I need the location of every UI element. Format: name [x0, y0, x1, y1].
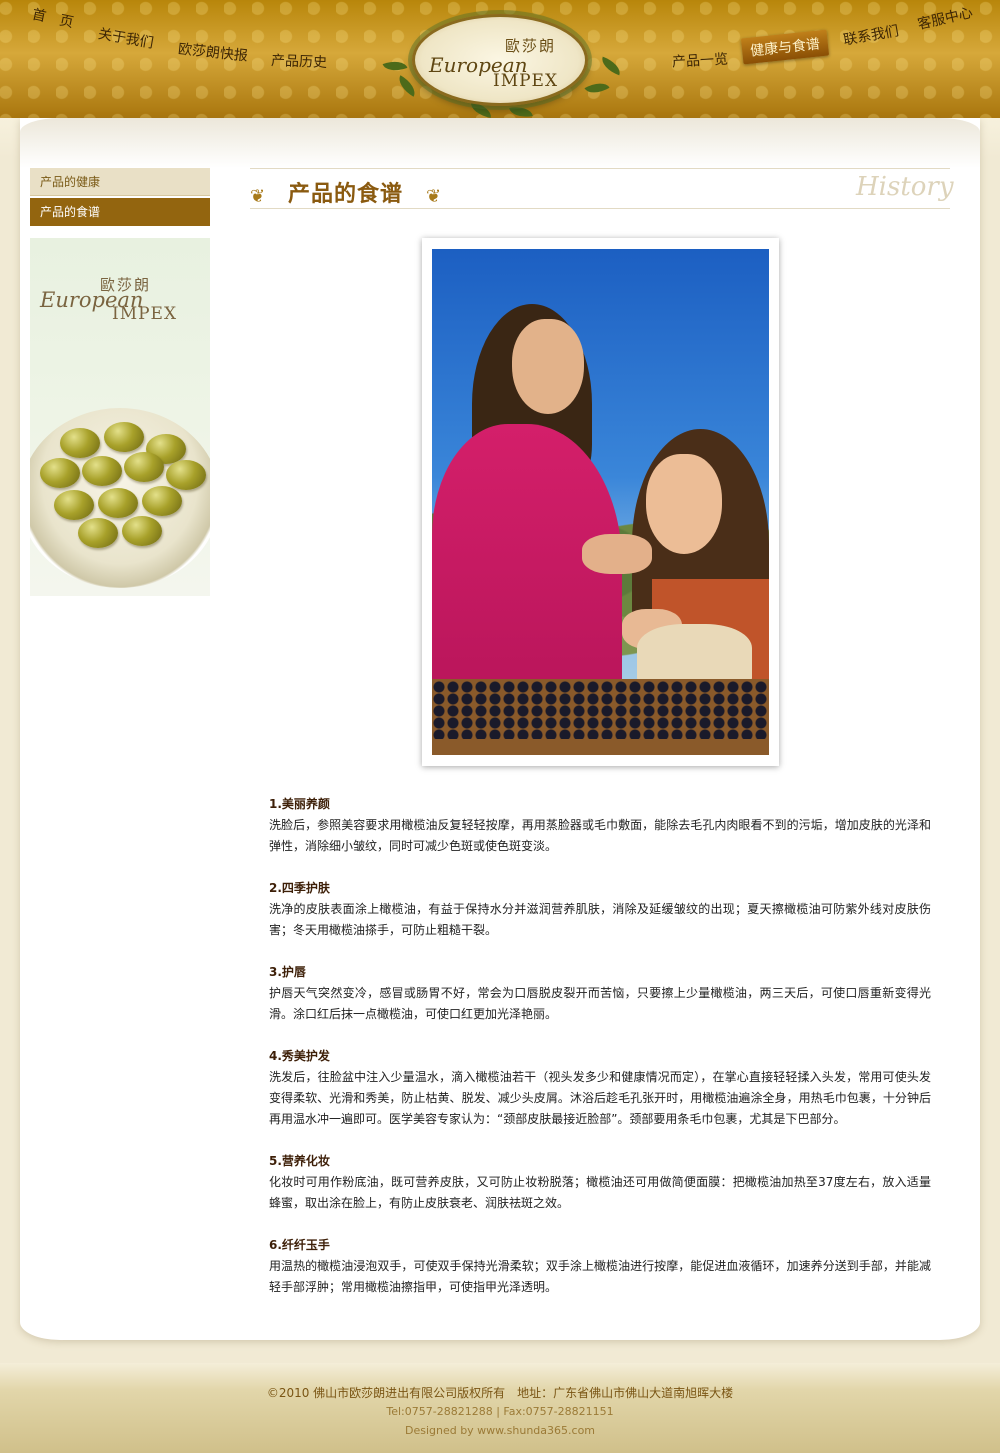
section-heading: 4.秀美护发: [269, 1049, 330, 1063]
article-photo: [432, 249, 769, 755]
section-heading: 5.营养化妆: [269, 1154, 330, 1168]
logo-en-text: IMPEX: [493, 71, 559, 91]
olive-icon: [54, 490, 94, 520]
article-section: 3.护唇 护唇天气突然变冷，感冒或肠胃不好，常会为口唇脱皮裂开而苦恼，只要擦上少…: [269, 962, 931, 1025]
flourish-left-icon: ❦: [250, 186, 266, 207]
olive-icon: [104, 422, 144, 452]
vine-leaf-icon: [584, 77, 610, 99]
vine-leaf-icon: [394, 75, 420, 97]
section-heading: 1.美丽养颜: [269, 797, 330, 811]
site-logo[interactable]: 歐莎朗 European IMPEX: [412, 14, 588, 106]
nav-about[interactable]: 关于我们: [97, 23, 156, 52]
sidebar-item-recipes[interactable]: 产品的食谱: [30, 198, 210, 226]
section-heading: 2.四季护肤: [269, 881, 330, 895]
vine-leaf-icon: [382, 56, 408, 76]
vine-leaf-icon: [598, 56, 624, 76]
olive-icon: [124, 452, 164, 482]
article-section: 4.秀美护发 洗发后，往脸盆中注入少量温水，滴入橄榄油若干（视头发多少和健康情况…: [269, 1046, 931, 1130]
nav-history[interactable]: 产品历史: [271, 50, 328, 72]
olive-icon: [82, 456, 122, 486]
olive-icon: [78, 518, 118, 548]
olive-icon: [142, 486, 182, 516]
nav-health-recipes[interactable]: 健康与食谱: [740, 29, 830, 65]
olive-icon: [98, 488, 138, 518]
site-footer: ©2010 佛山市欧莎朗进出有限公司版权所有 地址：广东省佛山市佛山大道南旭晖大…: [0, 1363, 1000, 1453]
olive-bowl-image: [30, 408, 210, 588]
section-text: 护唇天气突然变冷，感冒或肠胃不好，常会为口唇脱皮裂开而苦恼，只要擦上少量橄榄油，…: [269, 986, 931, 1021]
content-card-top: [20, 118, 980, 168]
nav-service[interactable]: 客服中心: [915, 2, 974, 34]
olive-icon: [166, 460, 206, 490]
olive-icon: [122, 516, 162, 546]
article-body: 1.美丽养颜 洗脸后，参照美容要求用橄榄油反复轻轻按摩，再用蒸脸器或毛巾敷面，能…: [269, 794, 931, 1319]
section-text: 洗发后，往脸盆中注入少量温水，滴入橄榄油若干（视头发多少和健康情况而定），在掌心…: [269, 1070, 931, 1126]
article-section: 1.美丽养颜 洗脸后，参照美容要求用橄榄油反复轻轻按摩，再用蒸脸器或毛巾敷面，能…: [269, 794, 931, 857]
nav-news[interactable]: 欧莎朗快报: [177, 38, 249, 65]
sidebar-item-health[interactable]: 产品的健康: [30, 168, 210, 196]
nav-products[interactable]: 产品一览: [672, 49, 729, 72]
nav-home[interactable]: 首 页: [30, 4, 75, 32]
sidebar-banner: 歐莎朗 European IMPEX: [30, 238, 210, 596]
section-text: 化妆时可用作粉底油，既可营养皮肤，又可防止妆粉脱落；橄榄油还可用做简便面膜：把橄…: [269, 1175, 931, 1210]
page-title: 产品的食谱: [288, 182, 404, 207]
section-text: 洗脸后，参照美容要求用橄榄油反复轻轻按摩，再用蒸脸器或毛巾敷面，能除去毛孔内肉眼…: [269, 818, 931, 853]
title-divider-bottom: [250, 208, 950, 209]
article-section: 5.营养化妆 化妆时可用作粉底油，既可营养皮肤，又可防止妆粉脱落；橄榄油还可用做…: [269, 1151, 931, 1214]
nav-contact[interactable]: 联系我们: [842, 20, 901, 49]
article-photo-frame: [422, 238, 779, 766]
site-header: 首 页 关于我们 欧莎朗快报 产品历史 产品一览 健康与食谱 联系我们 客服中心…: [0, 0, 1000, 158]
footer-designer-link[interactable]: Designed by www.shunda365.com: [0, 1424, 1000, 1437]
section-text: 用温热的橄榄油浸泡双手，可使双手保持光滑柔软；双手涂上橄榄油进行按摩，能促进血液…: [269, 1259, 931, 1294]
flourish-right-icon: ❦: [426, 186, 442, 207]
footer-copyright: ©2010 佛山市欧莎朗进出有限公司版权所有 地址：广东省佛山市佛山大道南旭晖大…: [266, 1386, 734, 1400]
article-section: 6.纤纤玉手 用温热的橄榄油浸泡双手，可使双手保持光滑柔软；双手涂上橄榄油进行按…: [269, 1235, 931, 1298]
olive-icon: [60, 428, 100, 458]
title-divider-top: [250, 168, 950, 169]
footer-contact: Tel:0757-28821288 | Fax:0757-28821151: [386, 1405, 614, 1418]
section-heading: 3.护唇: [269, 965, 306, 979]
section-heading: 6.纤纤玉手: [269, 1238, 330, 1252]
history-watermark: History: [856, 172, 954, 202]
section-text: 洗净的皮肤表面涂上橄榄油，有益于保持水分并滋润营养肌肤，消除及延缓皱纹的出现；夏…: [269, 902, 931, 937]
article-section: 2.四季护肤 洗净的皮肤表面涂上橄榄油，有益于保持水分并滋润营养肌肤，消除及延缓…: [269, 878, 931, 941]
banner-en-text: IMPEX: [112, 304, 178, 324]
olive-icon: [40, 458, 80, 488]
